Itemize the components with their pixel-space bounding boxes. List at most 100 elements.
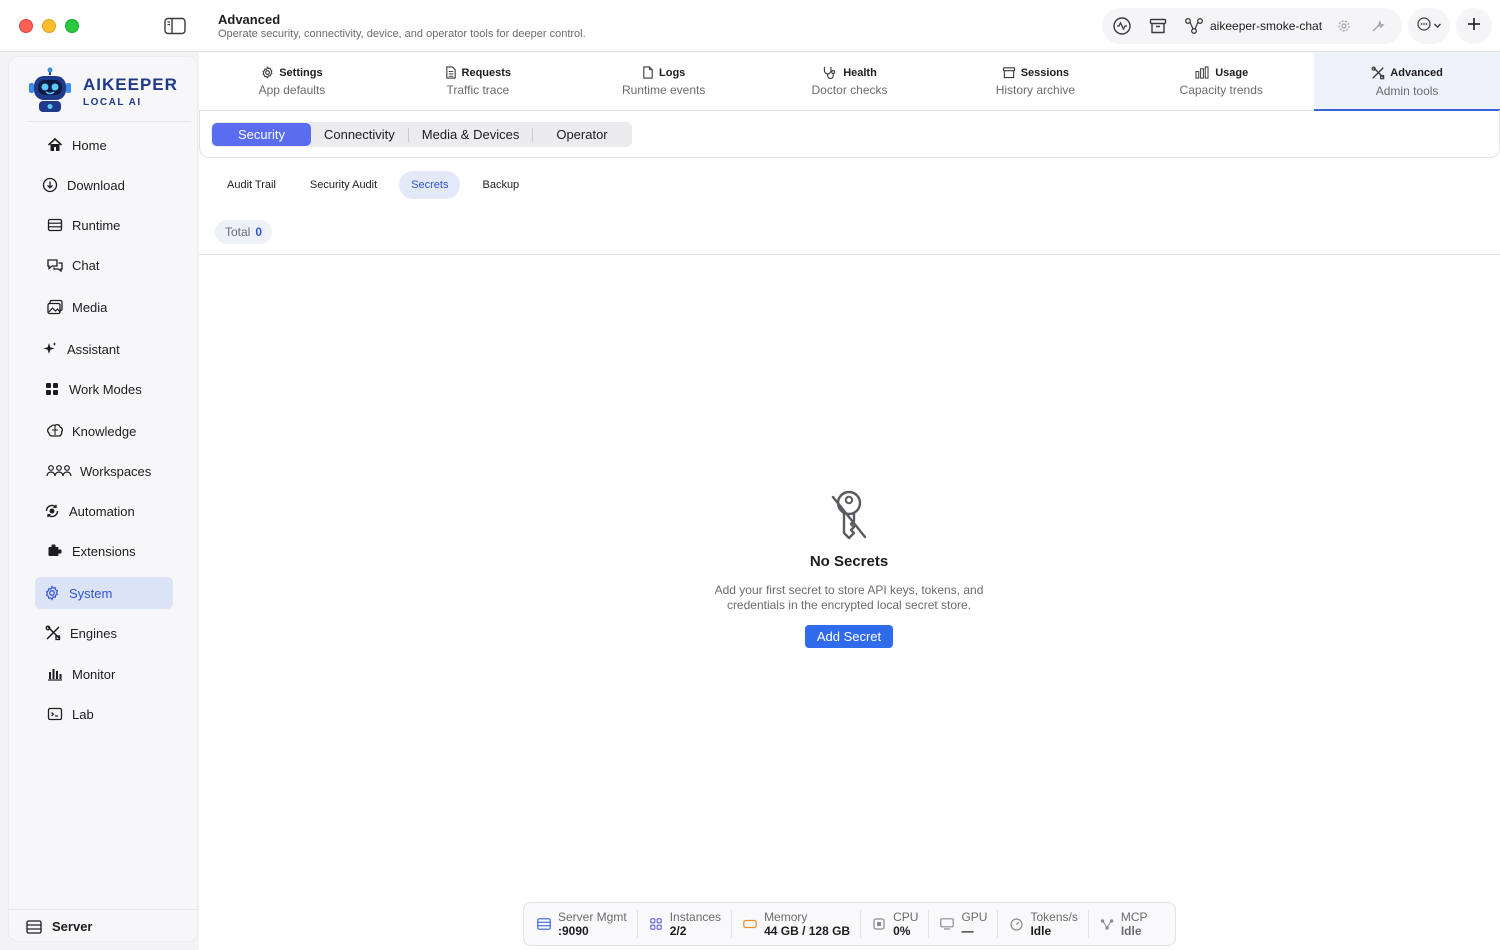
gear-icon [43,584,61,602]
bar-chart-icon [1194,66,1210,79]
sidebar-item-label: Automation [69,503,135,519]
segment-connectivity[interactable]: Connectivity [311,123,408,146]
tab-label: Requests [461,66,512,79]
sidebar-item-assistant[interactable]: Assistant [35,333,173,365]
sparkle-icon [41,340,59,358]
empty-title: No Secrets [809,553,889,570]
sidebar-item-monitor[interactable]: Monitor [35,658,173,690]
tab-usage[interactable]: Usage Capacity trends [1128,53,1314,110]
tab-sublabel: App defaults [258,83,326,97]
tools-icon [1371,65,1385,80]
status-cpu[interactable]: CPU 0% [871,910,930,938]
status-value: 0% [893,924,911,938]
status-value: 2/2 [669,924,687,938]
sidebar-item-label: Monitor [72,666,116,682]
empty-state: No Secrets Add your first secret to stor… [649,489,1049,648]
status-mcp[interactable]: MCP Idle [1099,910,1158,938]
subtab-backup[interactable]: Backup [470,171,531,199]
tab-settings[interactable]: Settings App defaults [199,53,385,110]
subtab-secrets[interactable]: Secrets [399,171,461,199]
tools-icon [44,624,62,642]
status-label: Memory [764,910,808,924]
divider [27,121,191,122]
network-icon[interactable] [1182,14,1206,38]
sidebar-item-media[interactable]: Media [35,291,173,323]
zoom-window-button[interactable] [65,19,79,33]
new-button[interactable] [1456,8,1492,44]
robot-logo-icon [27,67,73,115]
segment-operator[interactable]: Operator [533,123,630,146]
subtab-security-audit[interactable]: Security Audit [298,171,389,199]
status-tokens[interactable]: Tokens/s Idle [1008,910,1089,938]
archive-icon [1002,66,1016,79]
more-menu-button[interactable] [1408,8,1450,44]
archive-icon[interactable] [1146,14,1170,38]
status-gpu[interactable]: GPU — [939,910,999,938]
status-instances[interactable]: Instances 2/2 [648,910,733,938]
tab-health[interactable]: Health Doctor checks [757,53,943,110]
segment-media-devices[interactable]: Media & Devices [409,123,533,146]
server-button[interactable]: Server [9,909,199,943]
close-window-button[interactable] [19,19,33,33]
people-icon [46,462,72,480]
add-secret-button[interactable]: Add Secret [804,625,894,648]
stethoscope-icon [822,66,838,79]
grid-icon [43,380,61,398]
activity-icon[interactable] [1110,14,1134,38]
total-label: Total [225,225,251,239]
gear-icon[interactable] [1334,16,1354,36]
sidebar: AIKEEPER LOCAL AI Home Download Runtime … [8,56,199,943]
wrench-icon[interactable] [1368,16,1388,36]
sidebar-item-label: Home [72,137,107,153]
automation-icon [43,502,61,520]
top-tabs: Settings App defaults Requests Traffic t… [199,53,1500,111]
sidebar-item-home[interactable]: Home [35,129,173,161]
status-label: Instances [669,910,722,924]
sidebar-item-chat[interactable]: Chat [35,249,173,281]
network-icon [1099,916,1115,932]
sidebar-item-lab[interactable]: Lab [35,698,173,730]
sidebar-item-engines[interactable]: Engines [35,617,173,649]
sidebar-item-download[interactable]: Download [35,169,173,201]
sidebar-item-automation[interactable]: Automation [35,495,173,527]
sidebar-item-label: Lab [72,706,94,722]
workspace-name[interactable]: aikeeper-smoke-chat [1210,19,1322,33]
tab-sublabel: Runtime events [621,83,706,97]
empty-description: Add your first secret to store API keys,… [649,583,1049,613]
status-server-mgmt[interactable]: Server Mgmt:9090 [536,910,638,938]
empty-description-line: Add your first secret to store API keys,… [714,583,984,597]
tab-label: Logs [659,66,686,79]
tab-sublabel: History archive [995,83,1076,97]
segment-security[interactable]: Security [212,123,311,146]
minimize-window-button[interactable] [42,19,56,33]
status-label: CPU [893,910,919,924]
tab-advanced[interactable]: Advanced Admin tools [1314,53,1500,111]
status-value: — [961,924,974,938]
document-list-icon [445,66,457,79]
sidebar-item-runtime[interactable]: Runtime [35,209,173,241]
divider [199,254,1500,255]
media-icon [46,298,64,316]
total-badge: Total 0 [215,220,273,244]
sidebar-item-knowledge[interactable]: Knowledge [35,415,173,447]
tab-requests[interactable]: Requests Traffic trace [385,53,571,110]
sidebar-item-label: Work Modes [69,381,142,397]
sidebar-item-system[interactable]: System [35,577,173,609]
status-label: Tokens/s [1030,910,1078,924]
download-icon [41,176,59,194]
status-memory[interactable]: Memory 44 GB / 128 GB [742,910,862,938]
sidebar-item-work-modes[interactable]: Work Modes [35,373,173,405]
sidebar-item-workspaces[interactable]: Workspaces [35,455,173,487]
gpu-icon [939,916,955,932]
brand-tagline: LOCAL AI [83,96,142,108]
sidebar-toggle-icon[interactable] [164,17,186,35]
brand-name: AIKEEPER [83,74,178,94]
segment-card: Security Connectivity Media & Devices Op… [199,110,1500,158]
gauge-icon [1008,916,1024,932]
sidebar-item-label: Download [67,177,125,193]
sidebar-item-extensions[interactable]: Extensions [35,535,173,567]
subtab-audit-trail[interactable]: Audit Trail [215,171,288,199]
tab-sessions[interactable]: Sessions History archive [942,53,1128,110]
tab-logs[interactable]: Logs Runtime events [571,53,757,110]
runtime-icon [46,216,64,234]
